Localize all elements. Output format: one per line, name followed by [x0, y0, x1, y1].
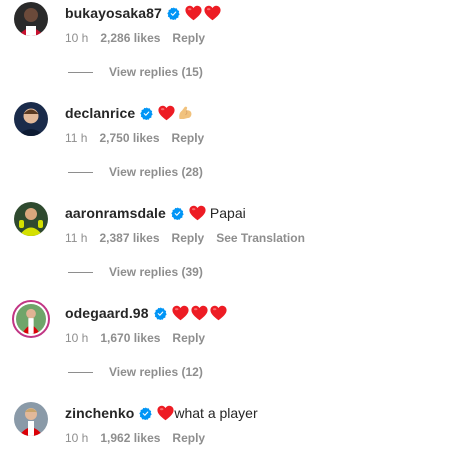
- avatar[interactable]: [14, 402, 48, 436]
- avatar-image: [14, 2, 48, 36]
- divider: [68, 271, 93, 273]
- reply-button[interactable]: Reply: [172, 131, 205, 145]
- comment-username[interactable]: bukayosaka87: [65, 5, 162, 21]
- avatar[interactable]: [14, 102, 48, 136]
- reply-button[interactable]: Reply: [172, 231, 205, 245]
- divider: [68, 171, 93, 173]
- reply-button[interactable]: Reply: [172, 31, 205, 45]
- view-replies-label: View replies (12): [109, 365, 203, 379]
- view-replies-button[interactable]: View replies (15): [68, 65, 203, 79]
- red-heart-icon: [191, 305, 208, 321]
- comment-username[interactable]: zinchenko: [65, 405, 134, 421]
- red-heart-icon: [158, 105, 175, 121]
- red-heart-icon: [172, 305, 189, 321]
- comment-likes[interactable]: 2,286 likes: [100, 31, 160, 45]
- red-heart-icon: [204, 5, 221, 21]
- comment-time: 10 h: [65, 431, 89, 445]
- verified-badge-icon: [139, 406, 153, 420]
- comment-likes[interactable]: 2,750 likes: [99, 131, 159, 145]
- avatar-image: [16, 304, 46, 334]
- avatar-with-story-ring[interactable]: [12, 300, 50, 338]
- comment-text: Papai: [189, 205, 246, 221]
- avatar-image: [14, 102, 48, 136]
- view-replies-label: View replies (15): [109, 65, 203, 79]
- comment-item: aaronramsdale Papai 11 h 2,387 likes Rep…: [0, 200, 459, 260]
- red-heart-icon: [210, 305, 227, 321]
- avatar-image: [14, 402, 48, 436]
- comment-username[interactable]: odegaard.98: [65, 305, 149, 321]
- comment-time: 10 h: [65, 31, 89, 45]
- comment-item: odegaard.98 10 h 1,670 likes Reply: [0, 300, 459, 360]
- comment-text: what a player: [157, 405, 258, 421]
- red-heart-icon: [185, 5, 202, 21]
- divider: [68, 71, 93, 73]
- red-heart-icon: [157, 405, 174, 421]
- comment-text: [185, 5, 223, 21]
- comment-text: [172, 305, 229, 321]
- comment-time: 11 h: [65, 131, 88, 145]
- comment-username[interactable]: aaronramsdale: [65, 205, 166, 221]
- comment-likes[interactable]: 1,670 likes: [100, 331, 160, 345]
- verified-badge-icon: [140, 106, 153, 120]
- verified-badge-icon: [171, 206, 184, 220]
- comment-item: zinchenko what a player 10 h 1,962 likes…: [0, 400, 459, 460]
- comment-time: 10 h: [65, 331, 89, 345]
- comment-text: [158, 105, 196, 121]
- view-replies-button[interactable]: View replies (39): [68, 265, 203, 279]
- avatar[interactable]: [14, 2, 48, 36]
- comment-text-body: what a player: [174, 405, 258, 421]
- view-replies-label: View replies (28): [109, 165, 203, 179]
- avatar[interactable]: [14, 202, 48, 236]
- reply-button[interactable]: Reply: [172, 331, 205, 345]
- flexed-biceps-icon: [177, 105, 194, 121]
- reply-button[interactable]: Reply: [172, 431, 205, 445]
- comment-likes[interactable]: 1,962 likes: [100, 431, 160, 445]
- comment-time: 11 h: [65, 231, 88, 245]
- verified-badge-icon: [153, 306, 167, 320]
- red-heart-icon: [189, 205, 206, 221]
- view-replies-button[interactable]: View replies (28): [68, 165, 203, 179]
- comment-item: bukayosaka87 10 h 2,286 likes Reply: [0, 0, 459, 60]
- comment-likes[interactable]: 2,387 likes: [99, 231, 159, 245]
- divider: [68, 371, 93, 373]
- view-replies-button[interactable]: View replies (12): [68, 365, 203, 379]
- see-translation-button[interactable]: See Translation: [216, 231, 305, 245]
- avatar-image: [14, 202, 48, 236]
- comment-username[interactable]: declanrice: [65, 105, 135, 121]
- view-replies-label: View replies (39): [109, 265, 203, 279]
- comment-item: declanrice 11 h 2,750 likes Reply: [0, 100, 459, 160]
- comment-text-body: Papai: [209, 205, 246, 221]
- verified-badge-icon: [167, 6, 180, 20]
